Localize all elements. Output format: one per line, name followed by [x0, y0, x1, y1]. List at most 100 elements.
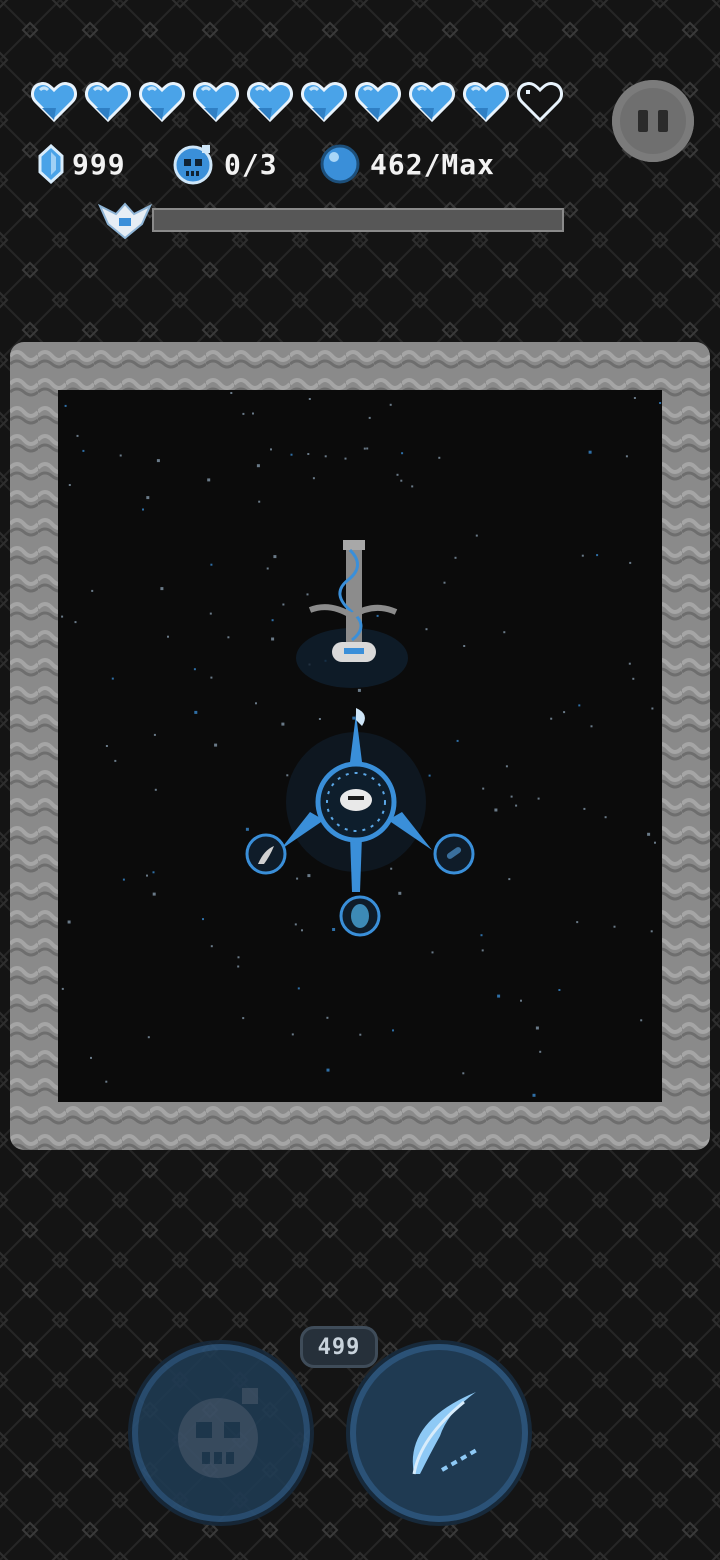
star	[210, 945, 213, 948]
star	[428, 774, 431, 777]
star	[503, 631, 506, 634]
star	[482, 787, 485, 790]
star	[230, 392, 233, 394]
star	[550, 717, 553, 720]
star	[152, 892, 156, 896]
pause-icon	[638, 110, 648, 132]
star	[392, 1029, 394, 1032]
star	[271, 637, 275, 641]
star	[301, 929, 303, 932]
star	[651, 707, 654, 710]
star	[462, 1072, 465, 1075]
star	[167, 635, 169, 638]
star	[242, 1017, 245, 1020]
star	[237, 965, 240, 968]
star	[583, 807, 586, 810]
bomb-counter: 0/3	[172, 142, 278, 186]
star	[613, 925, 616, 928]
heart-full-icon	[85, 82, 131, 123]
star	[122, 878, 125, 881]
star	[210, 676, 213, 679]
star	[255, 702, 257, 705]
star	[156, 459, 160, 463]
star	[352, 716, 356, 720]
soul-count: 462/Max	[370, 147, 496, 181]
star	[286, 774, 289, 777]
gem-count: 999	[72, 147, 126, 181]
star	[245, 827, 249, 831]
star	[266, 567, 269, 570]
star	[308, 398, 311, 400]
star	[270, 448, 272, 451]
star	[294, 923, 297, 926]
star	[271, 619, 274, 622]
star	[237, 956, 240, 959]
altar-slot-egg[interactable]	[339, 895, 381, 937]
star	[147, 1036, 150, 1039]
star	[463, 645, 466, 647]
star	[650, 930, 653, 933]
star	[508, 878, 511, 881]
star	[515, 804, 518, 807]
star	[366, 447, 369, 450]
star	[209, 612, 212, 615]
heart-full-icon	[31, 82, 77, 123]
heart-empty-icon	[517, 82, 563, 123]
star	[563, 711, 566, 714]
star	[520, 999, 522, 1002]
star	[633, 397, 636, 399]
pause-button[interactable]	[612, 80, 694, 162]
star	[443, 581, 446, 584]
star	[398, 891, 402, 895]
bomb-ability-button[interactable]	[132, 1344, 310, 1522]
star	[152, 871, 155, 874]
star	[535, 1026, 539, 1030]
star	[318, 718, 321, 720]
altar-slot-rune[interactable]	[433, 833, 475, 875]
star	[61, 615, 64, 618]
altar-slot-claw[interactable]	[245, 833, 287, 875]
heart-full-icon	[139, 82, 185, 123]
star	[438, 456, 441, 459]
star	[475, 534, 478, 537]
star	[454, 556, 457, 559]
star	[207, 478, 211, 482]
star	[628, 662, 631, 665]
star	[654, 841, 656, 844]
star	[537, 797, 540, 800]
heart-full-icon	[301, 82, 347, 123]
star	[389, 403, 392, 406]
star	[625, 455, 628, 458]
star	[588, 450, 592, 454]
star	[494, 808, 498, 812]
star	[431, 951, 434, 954]
star	[481, 949, 484, 952]
star	[659, 402, 662, 404]
star	[281, 722, 285, 726]
skull-bomb-icon	[173, 145, 213, 185]
star	[194, 710, 198, 714]
bomb-count: 0/3	[224, 147, 278, 181]
star	[647, 832, 651, 836]
star	[296, 877, 299, 880]
hud: 999 0/3 462/Max	[0, 0, 720, 260]
star	[324, 455, 327, 458]
star	[326, 1016, 329, 1019]
star	[456, 739, 459, 742]
heart-full-icon	[247, 82, 293, 123]
star	[68, 484, 71, 486]
star	[273, 555, 277, 559]
star	[160, 587, 164, 591]
star	[146, 874, 148, 877]
star	[539, 1050, 542, 1053]
star	[297, 987, 300, 990]
star	[357, 688, 361, 692]
star	[359, 1033, 362, 1036]
heart-full-icon	[409, 82, 455, 123]
slash-ability-button[interactable]	[350, 1344, 528, 1522]
star	[396, 473, 399, 476]
star	[90, 1056, 92, 1059]
star	[67, 920, 71, 924]
star	[282, 603, 285, 606]
star	[363, 447, 366, 450]
